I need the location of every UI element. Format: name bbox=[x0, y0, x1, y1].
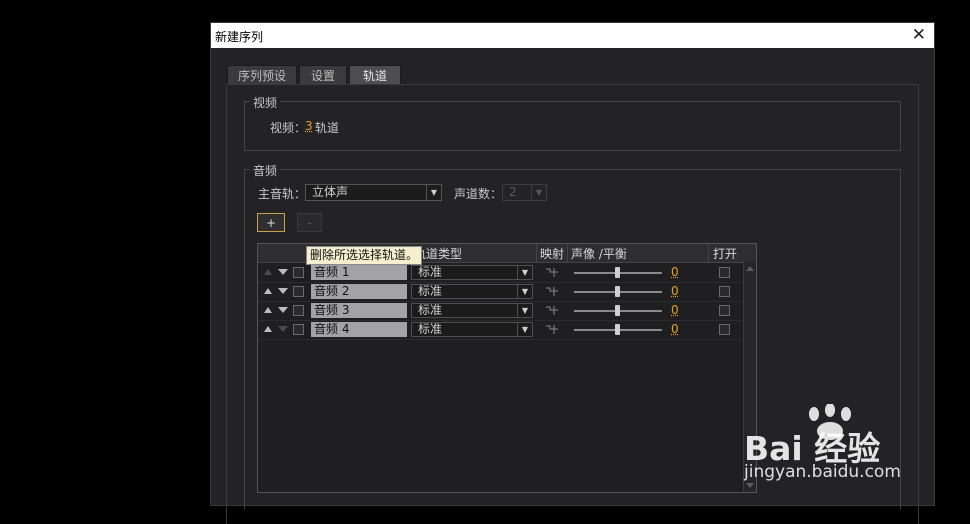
watermark-url: jingyan.baidu.com bbox=[744, 462, 901, 482]
remove-track-button[interactable]: - bbox=[297, 213, 322, 232]
move-down-icon[interactable] bbox=[278, 307, 288, 313]
table-row[interactable]: 音频 4 标准 ▼ 0 bbox=[258, 320, 743, 340]
video-group-label: 视频 bbox=[250, 94, 281, 111]
dialog-title: 新建序列 bbox=[215, 30, 264, 44]
track-name-field[interactable]: 音频 3 bbox=[311, 303, 407, 318]
video-tracks-label: 视频： bbox=[270, 121, 307, 135]
mapping-icon[interactable] bbox=[545, 286, 559, 297]
move-up-icon[interactable] bbox=[264, 326, 272, 332]
add-track-button[interactable]: + bbox=[257, 213, 285, 232]
track-type-value: 标准 bbox=[418, 303, 443, 317]
title-bar: 新建序列 ✕ bbox=[211, 23, 934, 48]
pan-value[interactable]: 0 bbox=[671, 322, 679, 336]
video-group: 视频 视频： 3 轨道 bbox=[244, 94, 901, 151]
chevron-down-icon: ▼ bbox=[517, 323, 532, 336]
video-tracks-count[interactable]: 3 bbox=[305, 119, 313, 133]
tab-sequence-presets[interactable]: 序列预设 bbox=[227, 65, 297, 85]
master-track-select[interactable]: 立体声 ▼ bbox=[305, 184, 442, 201]
audio-group-label: 音频 bbox=[250, 162, 281, 179]
track-type-select[interactable]: 标准 ▼ bbox=[411, 284, 533, 299]
pan-slider-knob[interactable] bbox=[615, 286, 620, 297]
pan-slider-knob[interactable] bbox=[615, 305, 620, 316]
mapping-icon[interactable] bbox=[545, 324, 559, 335]
close-icon[interactable]: ✕ bbox=[912, 25, 926, 45]
track-select-checkbox[interactable] bbox=[293, 286, 304, 297]
channels-value: 2 bbox=[509, 185, 517, 199]
chevron-down-icon: ▼ bbox=[517, 266, 532, 279]
track-type-select[interactable]: 标准 ▼ bbox=[411, 322, 533, 337]
table-row[interactable]: 音频 3 标准 ▼ 0 bbox=[258, 301, 743, 321]
pan-value[interactable]: 0 bbox=[671, 284, 679, 298]
header-mapping: 映射 bbox=[540, 247, 565, 261]
track-type-value: 标准 bbox=[418, 265, 443, 279]
move-up-icon bbox=[264, 269, 272, 275]
tab-tracks[interactable]: 轨道 bbox=[349, 65, 401, 85]
track-type-value: 标准 bbox=[418, 284, 443, 298]
table-row[interactable]: 音频 2 标准 ▼ 0 bbox=[258, 282, 743, 302]
open-checkbox[interactable] bbox=[719, 305, 730, 316]
track-name-field[interactable]: 音频 4 bbox=[311, 322, 407, 337]
open-checkbox[interactable] bbox=[719, 267, 730, 278]
track-name-field[interactable]: 音频 1 bbox=[311, 265, 407, 280]
track-select-checkbox[interactable] bbox=[293, 267, 304, 278]
baidu-jingyan-watermark: Bai 经验 jingyan.baidu.com bbox=[740, 404, 970, 504]
table-row[interactable]: 音频 1 标准 ▼ 0 bbox=[258, 263, 743, 283]
mapping-icon[interactable] bbox=[545, 305, 559, 316]
chevron-down-icon: ▼ bbox=[517, 285, 532, 298]
move-up-icon[interactable] bbox=[264, 288, 272, 294]
chevron-down-icon: ▼ bbox=[426, 185, 441, 200]
track-type-select[interactable]: 标准 ▼ bbox=[411, 303, 533, 318]
pan-value[interactable]: 0 bbox=[671, 265, 679, 279]
move-up-icon[interactable] bbox=[264, 307, 272, 313]
video-tracks-suffix: 轨道 bbox=[315, 121, 340, 135]
mapping-icon[interactable] bbox=[545, 267, 559, 278]
track-type-value: 标准 bbox=[418, 322, 443, 336]
channels-select: 2 ▼ bbox=[502, 184, 547, 201]
tab-settings[interactable]: 设置 bbox=[299, 65, 347, 85]
pan-slider-knob[interactable] bbox=[615, 324, 620, 335]
track-name-field[interactable]: 音频 2 bbox=[311, 284, 407, 299]
move-down-icon bbox=[278, 326, 288, 332]
channels-label: 声道数： bbox=[454, 187, 503, 201]
move-down-icon[interactable] bbox=[278, 288, 288, 294]
remove-track-tooltip: 删除所选选择轨道。 bbox=[306, 246, 423, 265]
pan-slider-knob[interactable] bbox=[615, 267, 620, 278]
track-type-select[interactable]: 标准 ▼ bbox=[411, 265, 533, 280]
chevron-down-icon: ▼ bbox=[531, 185, 546, 200]
header-pan-balance: 声像 /平衡 bbox=[571, 247, 627, 261]
track-select-checkbox[interactable] bbox=[293, 305, 304, 316]
audio-tracks-table: 轨道类型 映射 声像 /平衡 打开 音频 1 标准 ▼ 0 音频 2 标准 ▼ 0 bbox=[257, 243, 757, 493]
pan-value[interactable]: 0 bbox=[671, 303, 679, 317]
master-track-label: 主音轨： bbox=[258, 187, 307, 201]
open-checkbox[interactable] bbox=[719, 324, 730, 335]
scroll-up-icon[interactable] bbox=[746, 266, 754, 271]
track-select-checkbox[interactable] bbox=[293, 324, 304, 335]
open-checkbox[interactable] bbox=[719, 286, 730, 297]
header-open: 打开 bbox=[713, 247, 738, 261]
move-down-icon[interactable] bbox=[278, 269, 288, 275]
chevron-down-icon: ▼ bbox=[517, 304, 532, 317]
master-track-value: 立体声 bbox=[312, 185, 349, 199]
